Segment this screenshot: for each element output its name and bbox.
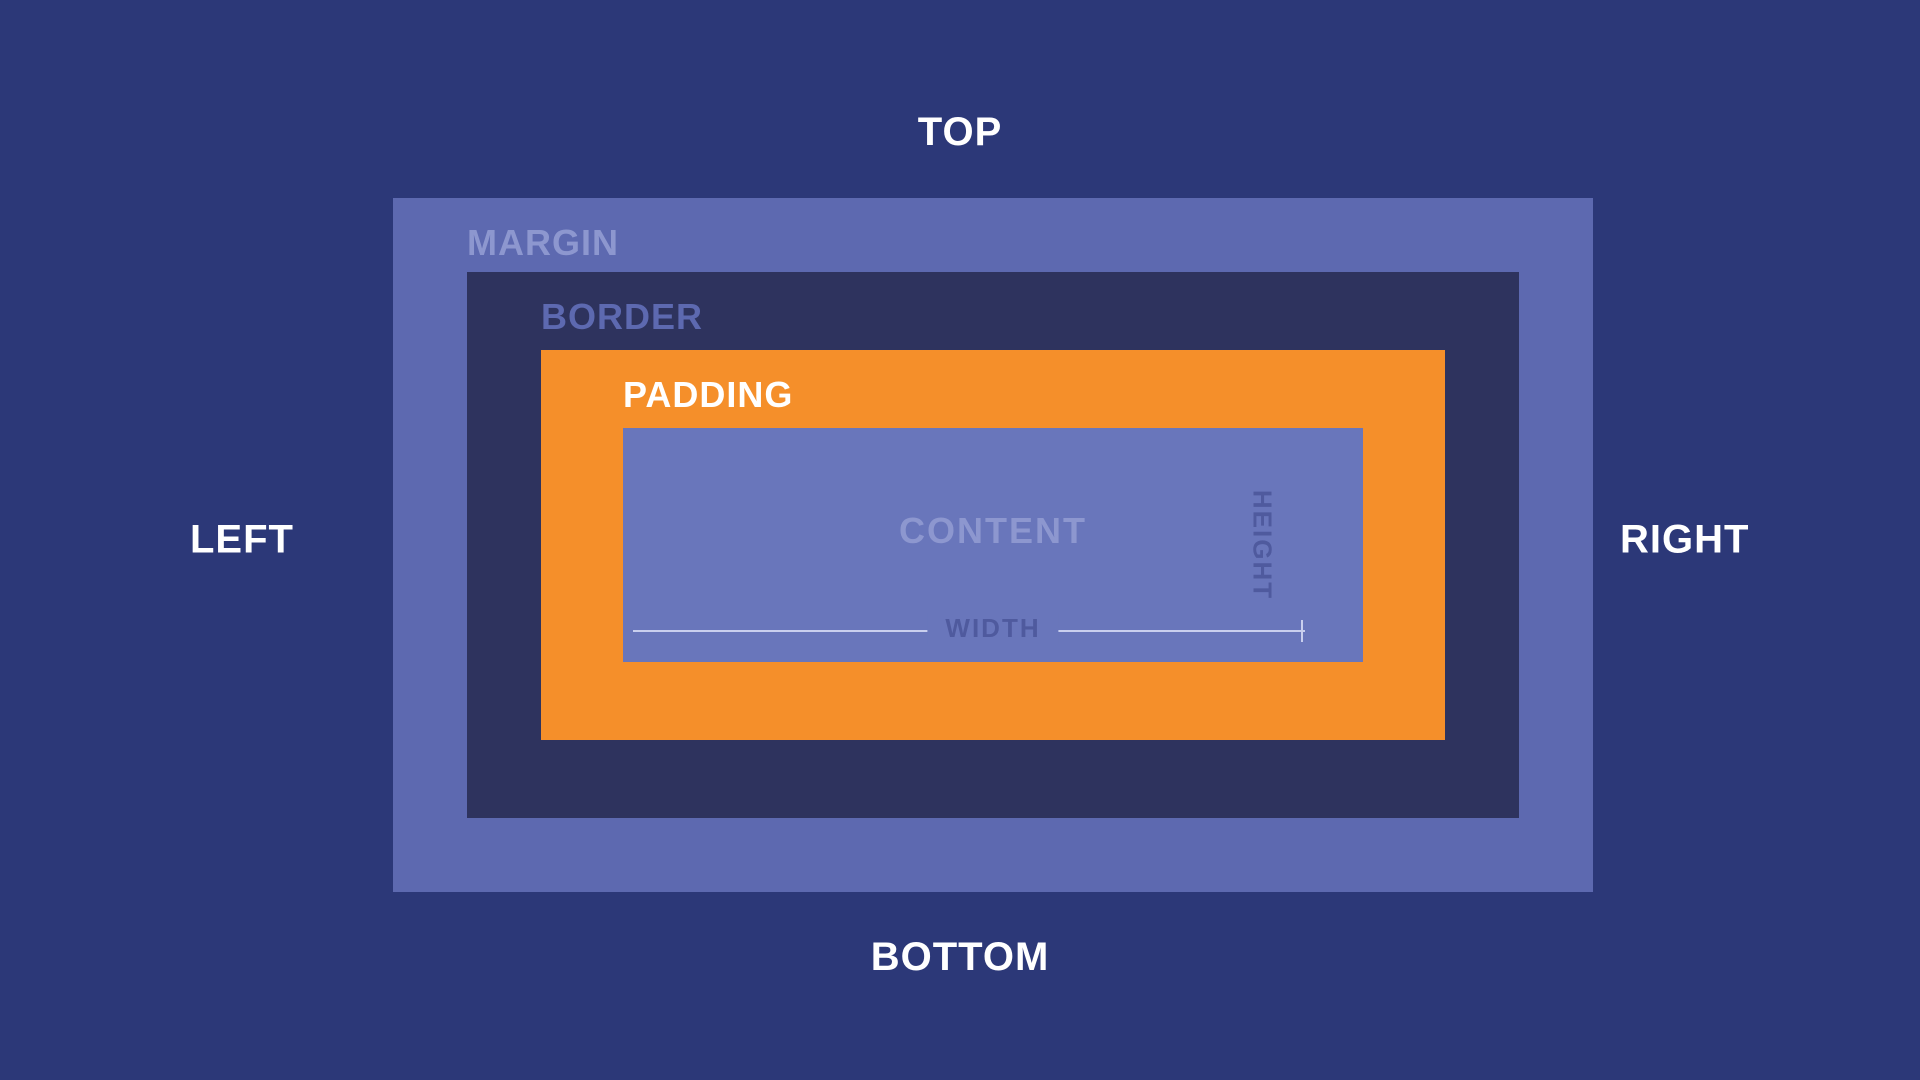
direction-top-label: TOP [918, 110, 1003, 155]
content-region: CONTENT HEIGHT WIDTH [623, 428, 1363, 662]
margin-region: MARGIN BORDER PADDING CONTENT HEIGHT WID… [393, 198, 1593, 892]
content-label: CONTENT [899, 510, 1087, 552]
direction-left-label: LEFT [190, 518, 294, 563]
width-label: WIDTH [927, 613, 1058, 644]
border-region: BORDER PADDING CONTENT HEIGHT WIDTH [467, 272, 1519, 818]
direction-right-label: RIGHT [1620, 518, 1749, 563]
padding-region: PADDING CONTENT HEIGHT WIDTH [541, 350, 1445, 740]
height-label: HEIGHT [1246, 490, 1277, 600]
dimension-tick-icon [1301, 620, 1303, 642]
direction-bottom-label: BOTTOM [871, 935, 1050, 980]
margin-label: MARGIN [467, 222, 619, 264]
padding-label: PADDING [623, 374, 793, 416]
box-model-diagram: MARGIN BORDER PADDING CONTENT HEIGHT WID… [393, 198, 1593, 892]
border-label: BORDER [541, 296, 703, 338]
